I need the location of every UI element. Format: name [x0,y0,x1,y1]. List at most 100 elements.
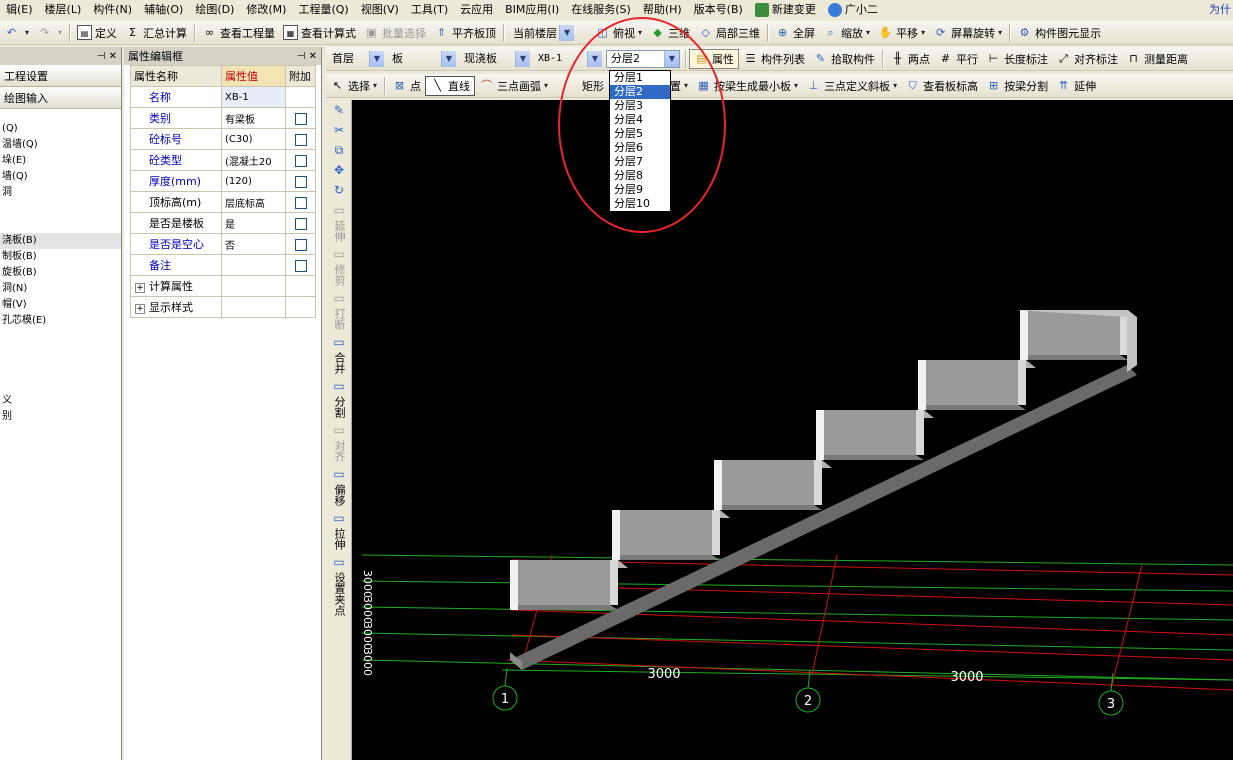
menu-assistant[interactable]: 广小二 [822,0,884,20]
quick-tool-button[interactable]: ✎ [326,102,352,118]
sublayer-select-arrow[interactable]: ▼ [664,50,679,67]
expand-icon[interactable]: + [135,304,145,314]
tree-item[interactable]: 墙(Q) [0,169,121,185]
tree-item[interactable] [0,345,121,361]
tool-8[interactable]: ▭ 设置夹点 [326,554,352,616]
tree-item[interactable]: 浇板(B) [0,233,121,249]
property-value[interactable]: 是 [221,212,286,234]
menu-tools[interactable]: 工具(T) [405,0,454,20]
sublayer-option[interactable]: 分层6 [610,141,670,155]
local-3d-button[interactable]: ◇ 局部三维 [694,23,764,43]
property-value[interactable]: 有梁板 [221,107,286,129]
tool-1[interactable]: ▭ 修剪 [326,246,352,286]
split-by-beam-button[interactable]: ⊞ 按梁分割 [982,76,1052,96]
property-value[interactable]: 否 [221,233,286,255]
measure-distance-button[interactable]: ⊓ 测量距离 [1122,49,1192,69]
three-d-button[interactable]: ◆ 三维 [646,23,694,43]
property-value[interactable] [221,254,286,276]
menu-edit[interactable]: 辑(E) [0,0,39,20]
tree-item[interactable]: 孔芯模(E) [0,313,121,329]
tree-item[interactable] [0,201,121,217]
batch-select-button[interactable]: ▣ 批量选择 [360,23,430,43]
view-slab-elev-button[interactable]: ⛉ 查看板标高 [901,76,982,96]
menu-draw[interactable]: 绘图(D) [189,0,240,20]
tool-6[interactable]: ▭ 偏移 [326,466,352,506]
tree-item[interactable]: 别 [0,409,121,425]
type-select[interactable]: 现浇板 ▼ [460,50,530,68]
drawing-input-tab[interactable]: 绘图输入 [0,87,121,109]
rectangle-button[interactable]: 矩形 [552,76,608,96]
menu-view[interactable]: 视图(V) [355,0,405,20]
floor-select-arrow[interactable]: ▼ [369,50,384,67]
property-row[interactable]: 砼类型 (混凝土20 [130,149,316,171]
sublayer-dropdown-list[interactable]: 分层1 分层2 分层3 分层4 分层5 分层6 分层7 分层8 分层9 分层10 [609,70,671,212]
menu-new-change[interactable]: 新建变更 [749,0,822,20]
extend-button[interactable]: ⇈ 延伸 [1052,76,1100,96]
extra-checkbox[interactable] [294,133,307,146]
select-button[interactable]: ↖ 选择 ▾ [326,76,381,96]
property-row[interactable]: 名称 XB-1 [130,86,316,108]
extra-checkbox[interactable] [294,238,307,251]
property-value[interactable]: (混凝土20 [221,149,286,171]
sublayer-option[interactable]: 分层7 [610,155,670,169]
menu-modify[interactable]: 修改(M) [240,0,292,20]
type-select-arrow[interactable]: ▼ [515,50,530,67]
align-mark-button[interactable]: ⤢ 对齐标注 [1052,49,1122,69]
extra-cell[interactable] [285,233,316,255]
expand-icon[interactable]: + [135,283,145,293]
tree-item[interactable]: 制板(B) [0,249,121,265]
property-row[interactable]: 是否是楼板是 [130,212,316,234]
pin-icon[interactable]: ⊣ [297,51,306,62]
property-group-row[interactable]: + 显示样式 [130,296,316,318]
tree-item[interactable]: 温墙(Q) [0,137,121,153]
menu-aux-axis[interactable]: 辅轴(O) [138,0,189,20]
extra-cell[interactable] [285,128,316,150]
property-value[interactable]: XB-1 [221,86,286,108]
property-value[interactable]: (120) [221,170,286,192]
menu-help[interactable]: 帮助(H) [637,0,688,20]
zoom-button[interactable]: ⌕ 缩放 ▾ [819,23,874,43]
screen-rotate-button[interactable]: ⟳ 屏幕旋转 ▾ [929,23,1006,43]
property-row[interactable]: 砼标号 (C30) [130,128,316,150]
tool-4[interactable]: ▭ 分割 [326,378,352,418]
undo-button[interactable]: ↶ ▾ [0,23,33,43]
define-button[interactable]: ▤ 定义 [73,23,121,43]
tree-item[interactable]: 义 [0,393,121,409]
sublayer-option[interactable]: 分层3 [610,99,670,113]
sublayer-option[interactable]: 分层1 [610,71,670,85]
property-row[interactable]: 备注 [130,254,316,276]
extra-checkbox[interactable] [294,217,307,230]
tree-item[interactable] [0,377,121,393]
property-row[interactable]: 是否是空心否 [130,233,316,255]
tree-item[interactable]: 洞(N) [0,281,121,297]
extra-cell[interactable] [285,107,316,129]
quick-tool-button[interactable]: ↻ [326,182,352,198]
sum-calc-button[interactable]: Σ 汇总计算 [121,23,191,43]
menu-online[interactable]: 在线服务(S) [565,0,637,20]
tree-item[interactable]: 旋板(B) [0,265,121,281]
tree-item[interactable] [0,217,121,233]
properties-button[interactable]: ▤ 属性 [689,48,739,69]
extra-cell[interactable] [285,170,316,192]
extra-cell[interactable] [285,212,316,234]
sublayer-option[interactable]: 分层8 [610,169,670,183]
sublayer-option[interactable]: 分层4 [610,113,670,127]
extra-cell[interactable] [285,254,316,276]
close-icon[interactable]: ✕ [309,51,317,62]
sublayer-option[interactable]: 分层5 [610,127,670,141]
tree-item[interactable] [0,361,121,377]
property-row[interactable]: 顶标高(m) 层底标高 [130,191,316,213]
property-value[interactable]: (C30) [221,128,286,150]
view-formula-button[interactable]: ▦ 查看计算式 [279,23,360,43]
tool-7[interactable]: ▭ 拉伸 [326,510,352,550]
quick-tool-button[interactable]: ✥ [326,162,352,178]
view-quantity-button[interactable]: ∞ 查看工程量 [198,23,279,43]
property-group-row[interactable]: + 计算属性 [130,275,316,297]
quick-tool-button[interactable]: ✂ [326,122,352,138]
fullscreen-button[interactable]: ⊕ 全屏 [771,23,819,43]
tool-5[interactable]: ▭ 对齐 [326,422,352,462]
component-display-button[interactable]: ⚙ 构件图元显示 [1013,23,1105,43]
property-group[interactable]: + 计算属性 [130,275,222,297]
extra-checkbox[interactable] [294,175,307,188]
tool-2[interactable]: ▭ 打断 [326,290,352,330]
